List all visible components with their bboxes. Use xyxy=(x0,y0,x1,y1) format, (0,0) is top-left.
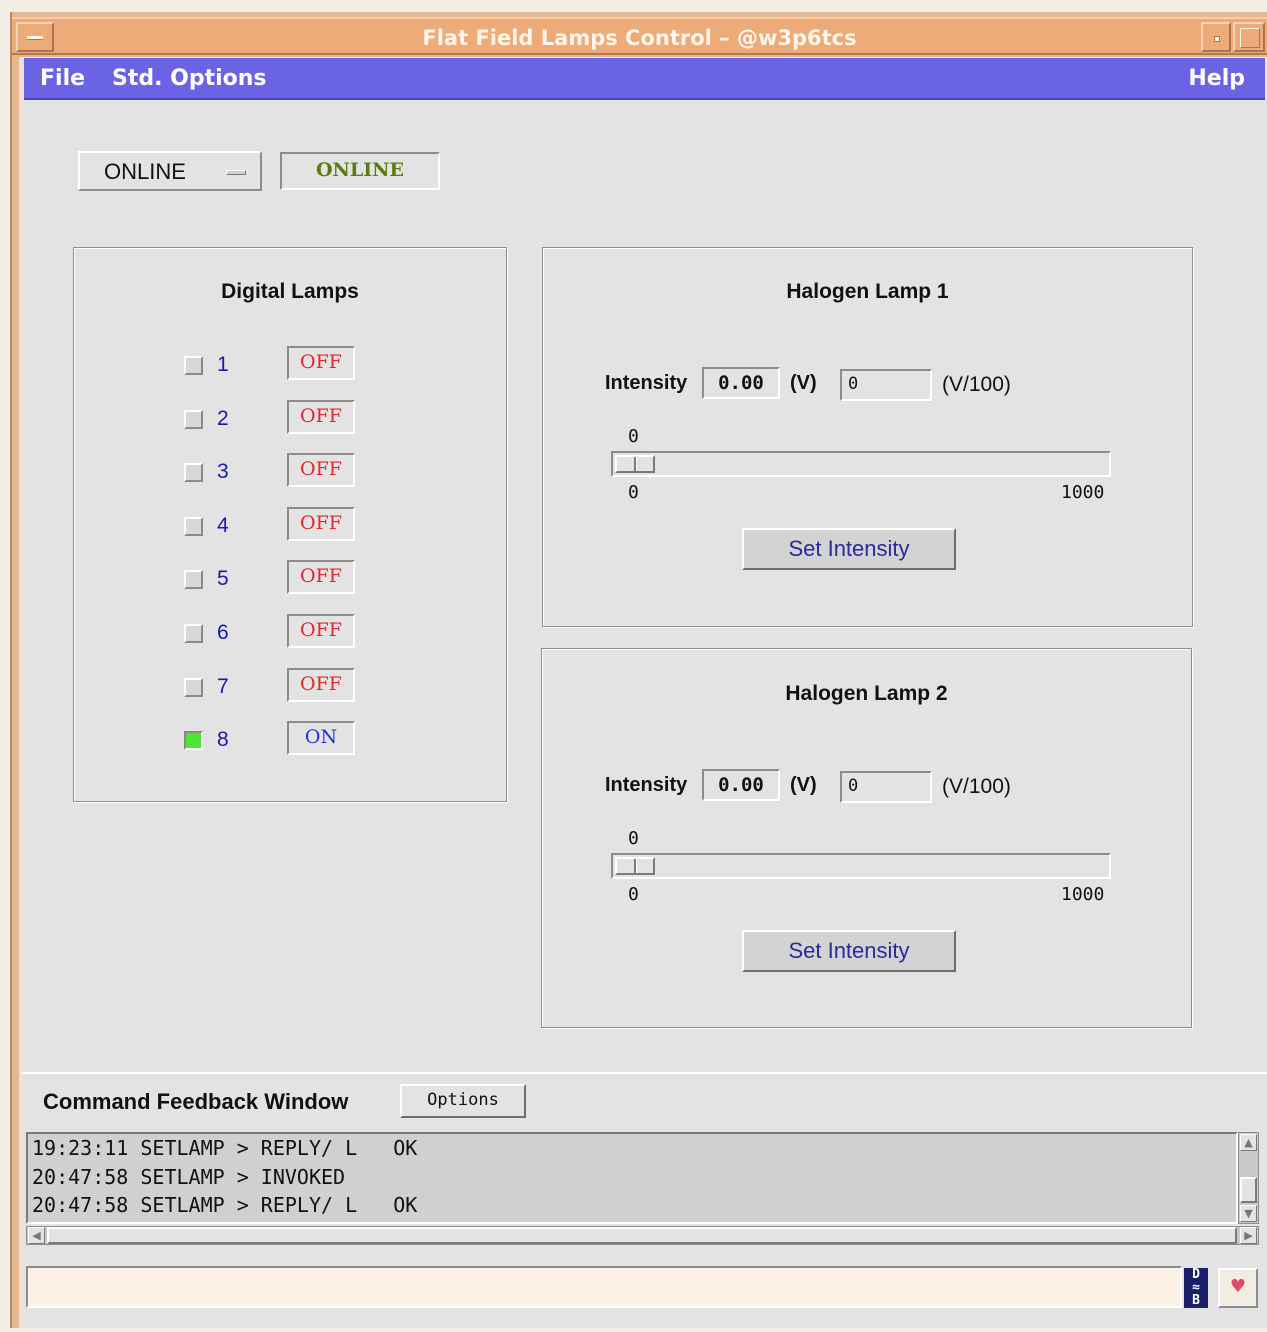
halogen-1-input-unit: (V/100) xyxy=(942,373,1011,396)
command-feedback-title: Command Feedback Window xyxy=(43,1089,349,1114)
halogen-2-slider-thumb[interactable] xyxy=(615,857,655,875)
halogen-1-intensity-label: Intensity xyxy=(605,372,688,394)
log-line: 19:23:11 SETLAMP > REPLY/ L OK xyxy=(32,1136,418,1160)
title-bar[interactable]: Flat Field Lamps Control – @w3p6tcs xyxy=(12,17,1267,55)
lamp-5-status: OFF xyxy=(287,560,355,594)
halogen-1-intensity-slider[interactable] xyxy=(611,451,1111,477)
lamp-3-status: OFF xyxy=(287,453,355,487)
feedback-log[interactable]: 19:23:11 SETLAMP > REPLY/ L OK 20:47:58 … xyxy=(26,1132,1238,1224)
halogen-1-slider-current: 0 xyxy=(628,426,639,447)
halogen-2-intensity-input[interactable]: 0 xyxy=(840,771,932,803)
halogen-1-slider-min: 0 xyxy=(628,482,639,503)
halogen-2-intensity-label: Intensity xyxy=(605,774,688,796)
heart-icon[interactable]: ♥ xyxy=(1218,1268,1258,1308)
lamp-6-status: OFF xyxy=(287,614,355,648)
lamp-6-checkbox[interactable] xyxy=(184,624,203,643)
maximize-button[interactable] xyxy=(1233,22,1265,52)
feedback-vertical-scrollbar[interactable]: ▲ ▼ xyxy=(1238,1132,1259,1224)
lamp-4-status: OFF xyxy=(287,507,355,541)
lamp-3-label: 3 xyxy=(217,460,229,483)
feedback-options-button[interactable]: Options xyxy=(400,1084,526,1118)
lamp-8-status: ON xyxy=(287,721,355,755)
halogen-lamp-1-title: Halogen Lamp 1 xyxy=(786,280,949,303)
lamp-8-label: 8 xyxy=(217,728,229,751)
window-title: Flat Field Lamps Control – @w3p6tcs xyxy=(422,26,857,50)
lamp-1-status: OFF xyxy=(287,346,355,380)
digital-lamps-title: Digital Lamps xyxy=(221,280,359,303)
halogen-1-intensity-value: 0.00 xyxy=(702,367,780,399)
halogen-2-slider-min: 0 xyxy=(628,884,639,905)
halogen-1-intensity-input[interactable]: 0 xyxy=(840,369,932,401)
menu-file[interactable]: File xyxy=(40,66,85,91)
feedback-horizontal-scrollbar[interactable]: ◀ ▶ xyxy=(26,1226,1259,1245)
lamp-2-label: 2 xyxy=(217,407,229,430)
lamp-7-label: 7 xyxy=(217,675,229,698)
scroll-left-icon[interactable]: ◀ xyxy=(28,1227,45,1244)
log-line: 20:47:58 SETLAMP > REPLY/ L OK xyxy=(32,1193,418,1217)
lamp-1-checkbox[interactable] xyxy=(184,356,203,375)
command-input[interactable] xyxy=(26,1266,1182,1308)
halogen-2-set-intensity-button[interactable]: Set Intensity xyxy=(742,930,956,972)
halogen-lamp-1-panel: Halogen Lamp 1 xyxy=(542,247,1193,627)
lamp-5-label: 5 xyxy=(217,567,229,590)
halogen-2-intensity-slider[interactable] xyxy=(611,853,1111,879)
scroll-down-icon[interactable]: ▼ xyxy=(1240,1205,1257,1222)
menu-help[interactable]: Help xyxy=(1188,66,1245,91)
lamp-3-checkbox[interactable] xyxy=(184,463,203,482)
halogen-1-unit-label: (V) xyxy=(790,372,817,394)
halogen-2-intensity-value: 0.00 xyxy=(702,769,780,801)
lamp-4-label: 4 xyxy=(217,514,229,537)
horizontal-scroll-thumb[interactable] xyxy=(47,1227,1237,1244)
mode-select-value: ONLINE xyxy=(104,159,186,184)
vertical-scroll-thumb[interactable] xyxy=(1240,1177,1257,1203)
lamp-8-checkbox[interactable] xyxy=(184,731,203,750)
lamp-7-status: OFF xyxy=(287,668,355,702)
minimize-button[interactable] xyxy=(1201,22,1231,52)
scroll-right-icon[interactable]: ▶ xyxy=(1240,1227,1257,1244)
dropdown-indicator-icon xyxy=(226,170,246,175)
halogen-2-unit-label: (V) xyxy=(790,774,817,796)
halogen-2-input-unit: (V/100) xyxy=(942,775,1011,798)
scroll-up-icon[interactable]: ▲ xyxy=(1240,1134,1257,1151)
lamp-4-checkbox[interactable] xyxy=(184,517,203,536)
mode-status: ONLINE xyxy=(280,152,440,190)
halogen-1-slider-thumb[interactable] xyxy=(615,455,655,473)
lamp-2-status: OFF xyxy=(287,400,355,434)
halogen-1-slider-max: 1000 xyxy=(1061,482,1105,503)
lamp-6-label: 6 xyxy=(217,621,229,644)
lamp-1-label: 1 xyxy=(217,353,229,376)
lamp-2-checkbox[interactable] xyxy=(184,410,203,429)
halogen-2-slider-max: 1000 xyxy=(1061,884,1105,905)
menu-bar: File Std. Options Help xyxy=(24,58,1265,100)
mode-select[interactable]: ONLINE xyxy=(78,151,262,191)
lamp-7-checkbox[interactable] xyxy=(184,678,203,697)
log-line: 20:47:58 SETLAMP > INVOKED xyxy=(32,1164,346,1189)
halogen-lamp-2-title: Halogen Lamp 2 xyxy=(785,682,948,705)
halogen-1-set-intensity-button[interactable]: Set Intensity xyxy=(742,528,956,570)
lamp-5-checkbox[interactable] xyxy=(184,570,203,589)
database-icon[interactable]: D ≈ B xyxy=(1184,1268,1208,1308)
halogen-2-slider-current: 0 xyxy=(628,828,639,849)
menu-std-options[interactable]: Std. Options xyxy=(112,66,267,91)
